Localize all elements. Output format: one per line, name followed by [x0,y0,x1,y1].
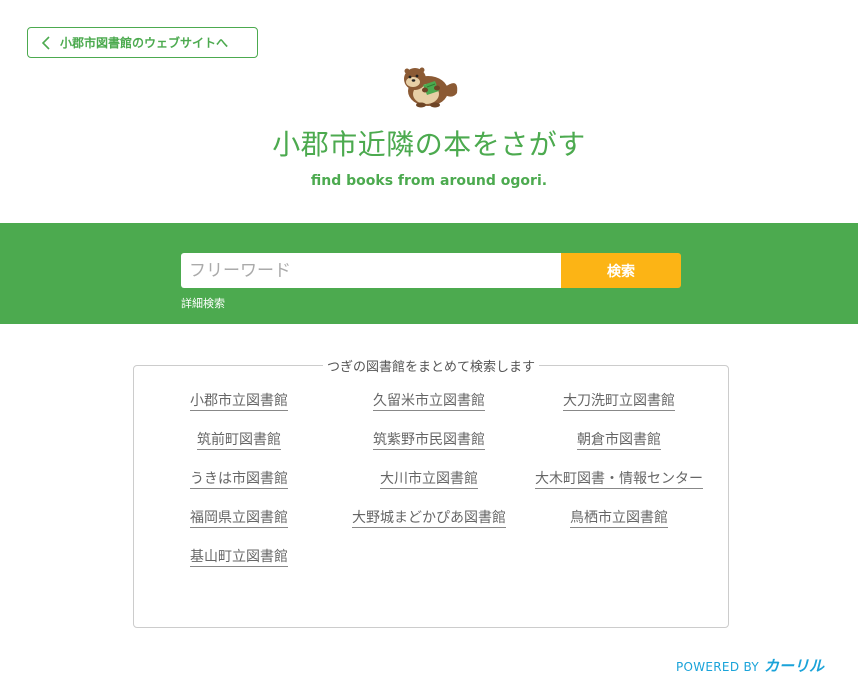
library-link[interactable]: 筑前町図書館 [197,432,281,450]
library-link[interactable]: 大川市立図書館 [380,471,478,489]
back-link-label: 小郡市図書館のウェブサイトへ [60,36,229,50]
library-list-heading: つぎの図書館をまとめて検索します [322,360,539,375]
page-subtitle: find books from around ogori. [310,173,548,189]
library-link[interactable]: 大野城まどかぴあ図書館 [352,510,506,528]
library-link[interactable]: 小郡市立図書館 [190,393,288,411]
chevron-left-icon [42,35,50,50]
search-button[interactable]: 検索 [561,253,681,288]
library-grid: 小郡市立図書館 久留米市立図書館 大刀洗町立図書館 筑前町図書館 筑紫野市民図書… [144,390,718,567]
powered-by-label: POWERED BY [675,660,759,674]
powered-by-calil[interactable]: POWERED BY カーリル [676,655,824,676]
search-input[interactable] [181,253,562,288]
page-title: 小郡市近隣の本をさがす [272,128,586,161]
calil-brand-logo: カーリル [763,657,824,675]
advanced-search-link[interactable]: 詳細検索 [181,295,225,311]
library-link[interactable]: 鳥栖市立図書館 [570,510,668,528]
back-to-library-website-link[interactable]: 小郡市図書館のウェブサイトへ [27,27,258,58]
library-link[interactable]: 久留米市立図書館 [373,393,485,411]
library-link[interactable]: 大刀洗町立図書館 [563,393,675,411]
library-link[interactable]: 福岡県立図書館 [190,510,288,528]
library-list-box: つぎの図書館をまとめて検索します 小郡市立図書館 久留米市立図書館 大刀洗町立図… [133,360,729,628]
library-link[interactable]: うきは市図書館 [190,471,288,489]
library-link[interactable]: 筑紫野市民図書館 [373,432,485,450]
library-link[interactable]: 基山町立図書館 [190,549,288,567]
library-link[interactable]: 朝倉市図書館 [577,432,661,450]
library-link[interactable]: 大木町図書・情報センター [535,471,703,489]
search-band: 検索 詳細検索 [0,223,858,324]
otter-mascot-icon [404,67,458,108]
